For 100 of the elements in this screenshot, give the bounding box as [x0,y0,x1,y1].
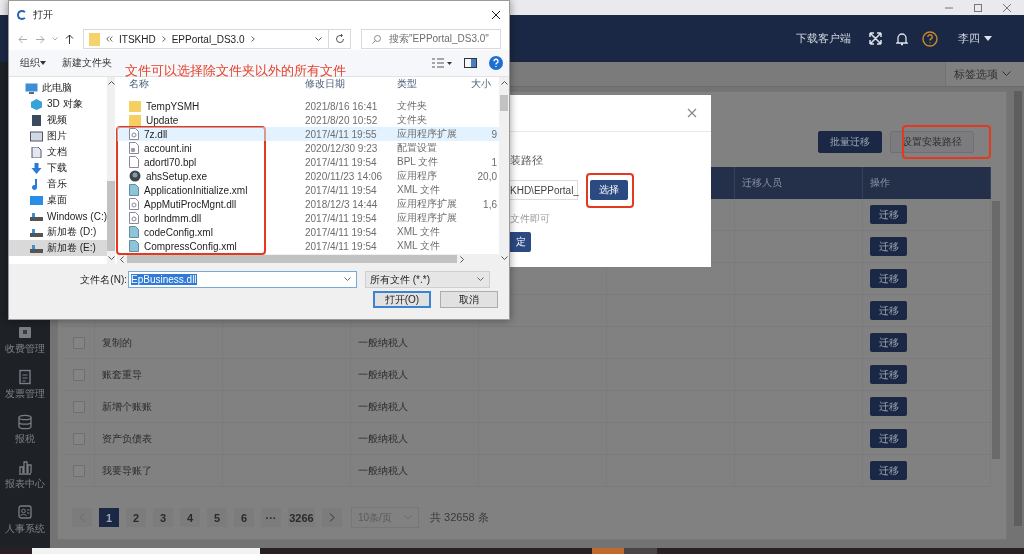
table-cell: 新增个账账 [102,399,152,414]
chevron-right-icon[interactable] [161,36,166,42]
chevron-down-icon[interactable] [315,36,322,42]
scroll-up-icon[interactable] [500,81,508,85]
column-header[interactable]: 修改日期 [305,77,397,91]
table-cell: 复制的 [102,335,132,350]
navigation-item[interactable]: 下载 [9,160,107,176]
cancel-button[interactable]: 取消 [440,291,498,308]
sidebar-item[interactable]: 收费管理 [0,317,50,362]
navigation-item[interactable]: 新加卷 (E:) [9,240,107,256]
file-row[interactable]: account.ini 2020/12/30 9:23 配置设置 [117,141,499,155]
open-button[interactable]: 打开(O) [373,291,431,308]
file-row[interactable]: AppMutiProcMgnt.dll 2018/12/3 14:44 应用程序扩展 1,6 [117,197,499,211]
scrollbar-thumb[interactable] [500,95,508,111]
back-arrow-icon[interactable] [18,34,28,44]
navigation-item[interactable]: 音乐 [9,176,107,192]
migrate-button[interactable]: 迁移 [870,429,907,448]
database-icon [17,413,33,430]
page-button[interactable]: 3266 [288,508,315,527]
file-row[interactable]: borlndmm.dll 2017/4/11 19:54 应用程序扩展 [117,211,499,225]
sidebar-label: 收费管理 [5,341,45,356]
preview-pane-icon[interactable] [464,58,477,68]
tab-options-dropdown[interactable]: 标签选项 [945,62,1024,86]
scroll-right-icon[interactable] [460,255,464,263]
file-row[interactable]: CompressConfig.xml 2017/4/11 19:54 XML 文件 [117,239,499,253]
file-row[interactable]: codeConfig.xml 2017/4/11 19:54 XML 文件 [117,225,499,239]
organize-menu[interactable]: 组织 [20,56,46,70]
column-header[interactable]: 名称 [129,77,305,91]
scroll-down-icon[interactable] [500,256,508,260]
navigation-item[interactable]: 新加卷 (D:) [9,224,107,240]
scroll-up-icon[interactable] [107,81,115,85]
file-row[interactable]: ApplicationInitialize.xml 2017/4/11 19:54 XML 文件 [117,183,499,197]
search-field[interactable]: 搜索"EPPortal_DS3.0" [361,29,501,49]
setup-icon [129,170,141,182]
file-row[interactable]: Update 2021/8/20 10:52 文件夹 [117,113,499,127]
page-button[interactable]: 6 [234,508,254,527]
migrate-button[interactable]: 迁移 [870,237,907,256]
breadcrumb-item[interactable]: EPPortal_DS3.0 [171,33,245,45]
maximize-icon[interactable] [973,2,983,13]
fullscreen-icon[interactable] [869,32,882,45]
migrate-button[interactable]: 迁移 [870,205,907,224]
navigation-item[interactable]: Windows (C:) [9,208,107,224]
choose-button[interactable]: 选择 [590,180,628,200]
forward-arrow-icon[interactable] [35,34,45,44]
migrate-button[interactable]: 迁移 [870,301,907,320]
download-client-link[interactable]: 下载客户端 [796,31,851,46]
help-icon[interactable] [489,56,503,70]
batch-migrate-button[interactable]: 批量迁移 [818,131,882,153]
migrate-button[interactable]: 迁移 [870,269,907,288]
image-icon [30,130,43,142]
column-header[interactable]: 大小 [471,77,499,91]
chevron-right-icon [329,513,335,522]
bell-icon[interactable] [896,31,908,46]
migrate-button[interactable]: 迁移 [870,365,907,384]
path-label: 装路径 [510,153,543,168]
scroll-left-icon[interactable] [120,255,124,263]
user-menu[interactable]: 李四 [958,31,992,46]
sidebar-item[interactable]: 报税 [0,407,50,452]
migrate-button[interactable]: 迁移 [870,397,907,416]
file-name-label: 文件名(N): [79,272,127,287]
sidebar-label: 报表中心 [5,476,45,491]
file-row[interactable]: ahsSetup.exe 2020/11/23 14:06 应用程序 20,0 [117,169,499,183]
navigation-item[interactable]: 图片 [9,128,107,144]
migrate-button[interactable]: 迁移 [870,461,907,480]
sidebar-label: 人事系统 [5,521,45,536]
new-folder-button[interactable]: 新建文件夹 [62,56,112,70]
sidebar-item[interactable]: 报表中心 [0,452,50,497]
gear-file-icon [129,128,139,140]
chevron-down-icon [477,277,484,282]
refresh-icon[interactable] [335,34,345,44]
breadcrumb-item[interactable]: ITSKHD [119,33,156,45]
address-bar[interactable]: ITSKHD EPPortal_DS3.0 [83,29,351,49]
gear-file-icon [129,198,139,210]
file-row[interactable]: 7z.dll 2017/4/11 19:55 应用程序扩展 9 [117,127,499,141]
file-name-field[interactable]: EpBusiness.dll [128,271,357,288]
file-type-select[interactable]: 所有文件 (*.*) [365,271,490,288]
scrollbar-thumb[interactable] [107,181,115,251]
scrollbar-thumb[interactable] [127,255,457,263]
navigation-item[interactable]: 视频 [9,112,107,128]
sidebar-item[interactable]: 人事系统 [0,497,50,542]
help-icon[interactable] [922,30,938,47]
chevron-right-icon[interactable] [250,36,255,42]
migrate-button[interactable]: 迁移 [870,333,907,352]
scroll-down-icon[interactable] [107,256,115,260]
sidebar-item[interactable]: 发票管理 [0,362,50,407]
double-chevron-icon[interactable] [106,36,113,42]
confirm-button[interactable]: 定 [510,232,531,252]
file-row[interactable]: adortl70.bpl 2017/4/11 19:54 BPL 文件 1 [117,155,499,169]
column-header[interactable]: 类型 [397,77,471,91]
view-options-icon[interactable] [432,58,452,68]
up-arrow-icon[interactable] [65,34,74,44]
close-icon[interactable] [491,9,501,20]
page-button[interactable]: 1 [99,508,119,527]
table-cell: 账套重导 [102,367,142,382]
navigation-item[interactable]: 此电脑 [9,80,107,96]
navigation-item[interactable]: 文档 [9,144,107,160]
navigation-item[interactable]: 桌面 [9,192,107,208]
document-icon [30,146,43,158]
file-row[interactable]: TempYSMH 2021/8/16 16:41 文件夹 [117,99,499,113]
navigation-item[interactable]: 3D 对象 [9,96,107,112]
